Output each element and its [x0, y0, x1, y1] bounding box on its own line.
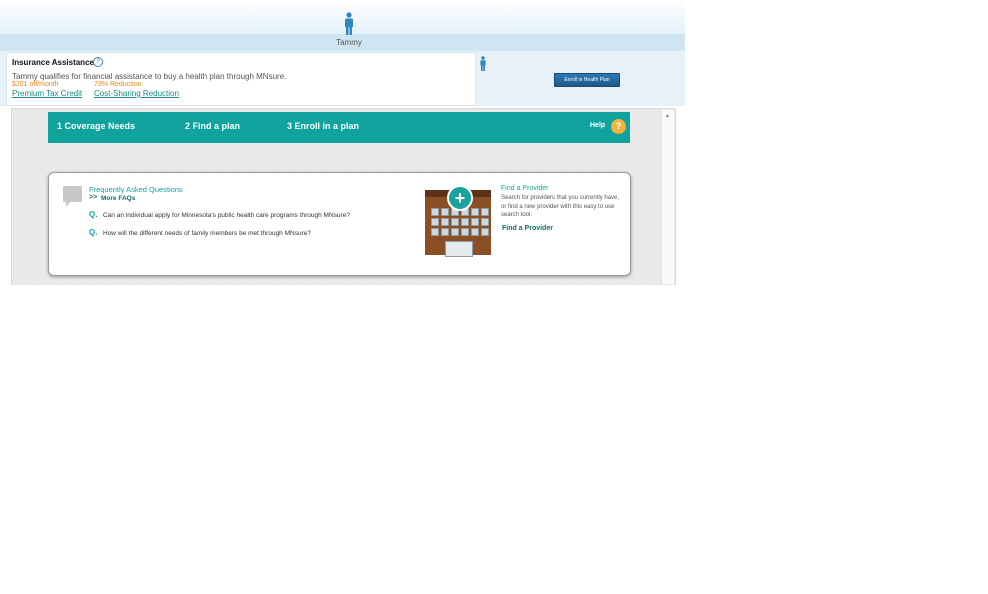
app-root: Tammy Insurance Assistance ? Tammy quali…: [0, 0, 685, 285]
scroll-up-arrow-icon[interactable]: ▲: [665, 113, 670, 119]
vertical-scrollbar[interactable]: [661, 110, 674, 284]
more-faqs-link[interactable]: More FAQs: [101, 195, 135, 202]
person-icon[interactable]: [343, 12, 355, 36]
medical-cross-icon: +: [447, 185, 473, 211]
hospital-windows: [431, 208, 489, 240]
speech-bubble-tail: [66, 201, 71, 207]
person-icon: [480, 56, 486, 71]
step-coverage-needs[interactable]: 1 Coverage Needs: [57, 121, 135, 131]
enroll-in-health-plan-button[interactable]: Enroll in Health Plan: [554, 73, 620, 87]
find-provider-title: Find a Provider: [501, 185, 549, 192]
faq-question-link[interactable]: Can an individual apply for Minnesota's …: [103, 212, 350, 219]
step-find-a-plan[interactable]: 2 Find a plan: [185, 121, 240, 131]
find-provider-description: Search for providers that you currently …: [501, 195, 620, 218]
premium-tax-credit-link[interactable]: Premium Tax Credit: [12, 89, 82, 98]
faq-title: Frequently Asked Questions: [89, 185, 183, 194]
assistance-description: Tammy qualifies for financial assistance…: [12, 72, 287, 81]
hospital-door: [445, 241, 473, 257]
help-link[interactable]: Help: [590, 122, 605, 129]
faq-question-link[interactable]: How will the different needs of family m…: [103, 230, 311, 237]
step-enroll-in-a-plan[interactable]: 3 Enroll in a plan: [287, 121, 359, 131]
person-name[interactable]: Tammy: [323, 38, 375, 47]
question-marker: Q.: [89, 210, 98, 219]
help-icon[interactable]: ?: [93, 57, 103, 67]
question-marker: Q.: [89, 228, 98, 237]
help-icon[interactable]: ?: [611, 119, 626, 134]
cost-sharing-reduction-link[interactable]: Cost-Sharing Reduction: [94, 89, 179, 98]
find-provider-link[interactable]: Find a Provider: [502, 225, 553, 232]
reduction-text: 73% Reduction: [94, 81, 142, 88]
assistance-title: Insurance Assistance: [12, 58, 94, 67]
chevron-right-icon: >>: [89, 194, 98, 201]
speech-bubble-icon: [63, 186, 82, 202]
amount-off-text: $201 off/month: [12, 81, 59, 88]
